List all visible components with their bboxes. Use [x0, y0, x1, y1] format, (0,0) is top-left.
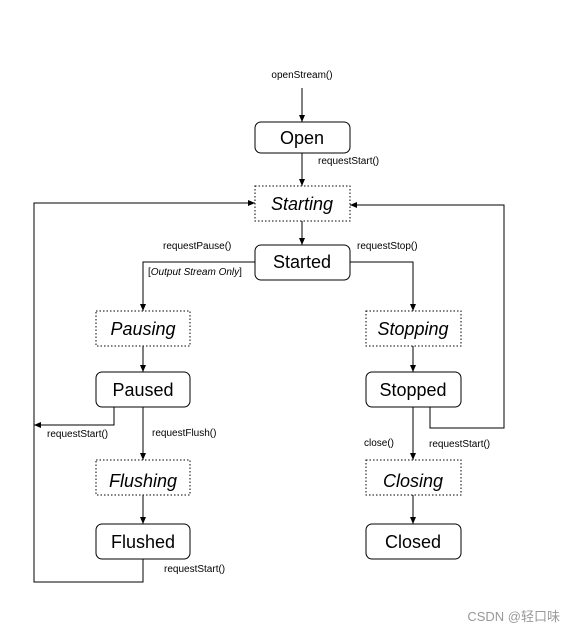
- state-open: Open: [280, 128, 324, 148]
- watermark: CSDN @轻口味: [467, 609, 560, 624]
- state-starting: Starting: [271, 194, 333, 214]
- arrow-paused-request-start: [34, 407, 115, 428]
- label-flushed-request-start: requestStart(): [164, 564, 225, 575]
- label-open-stream: openStream(): [271, 70, 332, 81]
- state-paused: Paused: [112, 380, 173, 400]
- state-started: Started: [273, 252, 331, 272]
- state-closed: Closed: [385, 532, 441, 552]
- label-request-pause: requestPause(): [163, 241, 231, 252]
- state-stopping: Stopping: [377, 319, 448, 339]
- state-stopped: Stopped: [379, 380, 446, 400]
- label-request-stop: requestStop(): [357, 241, 418, 252]
- state-pausing: Pausing: [110, 319, 175, 339]
- arrow-started-to-stopping: [350, 261, 416, 311]
- label-open-request-start: requestStart(): [318, 156, 379, 167]
- state-closing: Closing: [383, 471, 443, 491]
- label-stopped-request-start: requestStart(): [429, 439, 490, 450]
- label-paused-request-start: requestStart(): [47, 429, 108, 440]
- state-flushing: Flushing: [109, 471, 177, 491]
- label-request-flush: requestFlush(): [152, 428, 216, 439]
- label-close: close(): [364, 438, 394, 449]
- state-flushed: Flushed: [111, 532, 175, 552]
- label-output-stream-only: [Output Stream Only]: [148, 267, 242, 278]
- state-diagram: Open Starting Started Pausing Stopping P…: [33, 70, 560, 624]
